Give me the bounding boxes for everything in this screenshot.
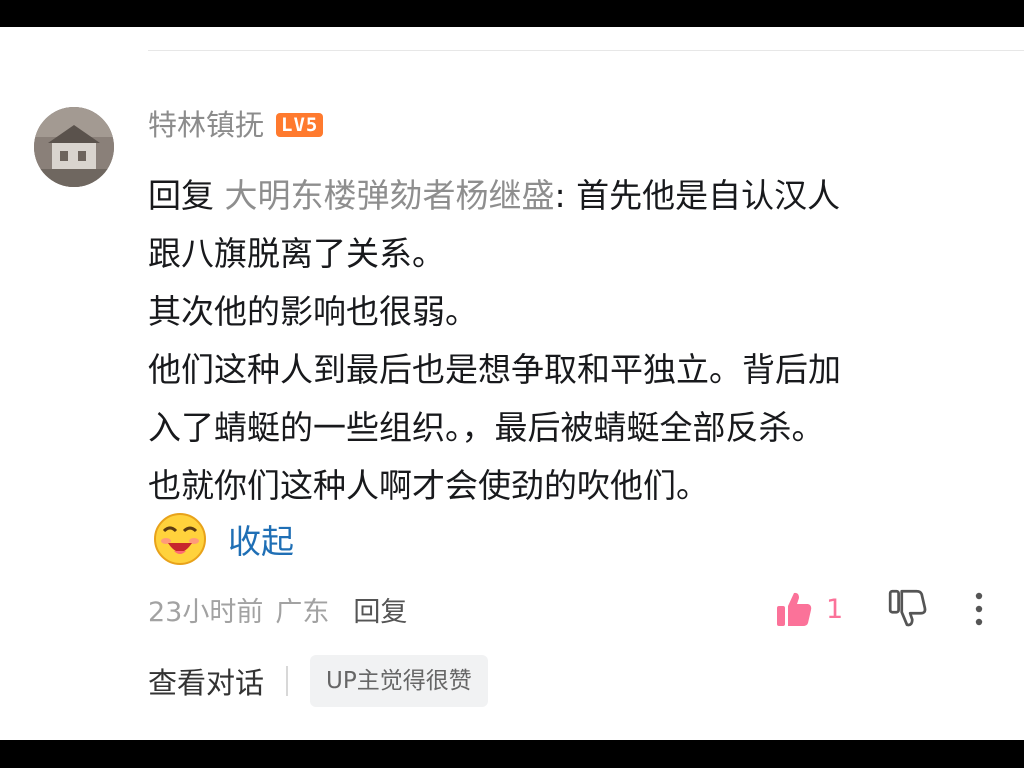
thumbs-down-icon[interactable]	[886, 587, 928, 629]
up-liked-badge: UP主觉得很赞	[310, 655, 488, 707]
reply-target-user[interactable]: 大明东楼弹劾者杨继盛	[225, 176, 555, 215]
meta-row: 23小时前 广东 回复	[148, 589, 407, 629]
like-button[interactable]: 1	[774, 587, 843, 631]
laughing-emoji-icon	[154, 513, 206, 565]
avatar-image	[34, 107, 114, 187]
comment-time: 23小时前	[148, 596, 264, 628]
collapse-button[interactable]: 收起	[228, 515, 294, 563]
content-first-text: 首先他是自认汉人	[576, 176, 841, 215]
author-row: 特林镇抚 LV5	[148, 105, 324, 145]
comment-screen: 特林镇抚 LV5 回复 大明东楼弹劾者杨继盛: 首先他是自认汉人 跟八旗脱离了关…	[0, 27, 1024, 740]
footer-row: 查看对话 UP主觉得很赞	[148, 655, 488, 707]
author-name[interactable]: 特林镇抚	[148, 105, 264, 145]
avatar[interactable]	[34, 107, 114, 187]
content-line-5: 入了蜻蜓的一些组织。，最后被蜻蜓全部反杀。	[148, 408, 825, 447]
footer-separator	[286, 666, 289, 696]
divider	[148, 50, 1024, 51]
more-vertical-icon[interactable]	[966, 589, 992, 629]
level-badge: LV5	[276, 113, 324, 137]
comment-content: 回复 大明东楼弹劾者杨继盛: 首先他是自认汉人 跟八旗脱离了关系。 其次他的影响…	[148, 167, 988, 515]
content-line-6: 也就你们这种人啊才会使劲的吹他们。	[148, 466, 709, 505]
reply-colon: :	[554, 176, 577, 215]
reply-button[interactable]: 回复	[353, 590, 407, 629]
collapse-row: 收起	[152, 509, 294, 569]
like-count: 1	[826, 593, 844, 625]
content-line-4: 他们这种人到最后也是想争取和平独立。背后加	[148, 350, 841, 389]
comment-location: 广东	[275, 596, 330, 628]
thumbs-up-icon	[777, 592, 812, 626]
content-line-1: 回复 大明东楼弹劾者杨继盛: 首先他是自认汉人	[148, 167, 988, 225]
content-line-2: 跟八旗脱离了关系。	[148, 234, 445, 273]
reply-prefix: 回复	[148, 176, 225, 215]
content-line-3: 其次他的影响也很弱。	[148, 292, 478, 331]
view-conversation-link[interactable]: 查看对话	[148, 660, 264, 702]
